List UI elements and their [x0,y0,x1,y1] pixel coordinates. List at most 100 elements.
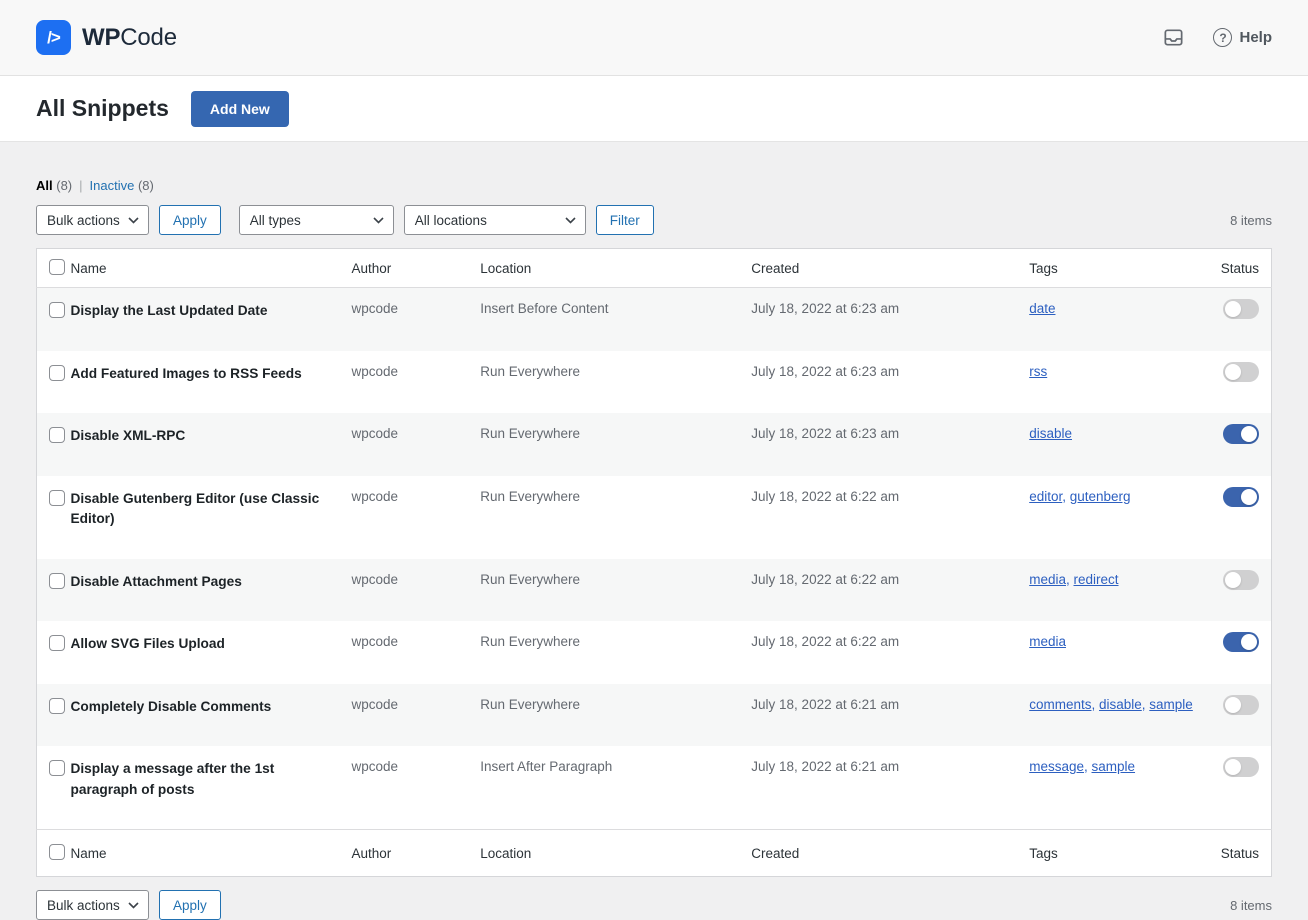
title-bar: All Snippets Add New [0,76,1308,142]
snippet-status-cell [1221,621,1272,684]
row-checkbox-cell [37,413,71,476]
table-row: Disable XML-RPCwpcodeRun EverywhereJuly … [37,413,1272,476]
help-button[interactable]: ? Help [1213,28,1272,47]
table-row: Add Featured Images to RSS FeedswpcodeRu… [37,351,1272,414]
row-checkbox[interactable] [49,698,65,714]
view-all-link[interactable]: All (8) [36,178,72,193]
tag-link[interactable]: redirect [1074,572,1119,587]
status-toggle[interactable] [1223,362,1259,382]
snippet-created: July 18, 2022 at 6:22 am [751,476,1029,559]
apply-button[interactable]: Apply [159,205,221,235]
view-inactive-label: Inactive [90,178,135,193]
tag-link[interactable]: rss [1029,364,1047,379]
table-controls-top: Bulk actions Apply All types All locatio… [36,205,1272,235]
column-footer-location: Location [480,830,751,877]
tag-link[interactable]: gutenberg [1070,489,1131,504]
snippet-name-link[interactable]: Completely Disable Comments [70,697,271,718]
snippet-name-link[interactable]: Disable Attachment Pages [70,572,241,593]
snippet-author: wpcode [352,288,481,351]
snippet-name-link[interactable]: Display a message after the 1st paragrap… [70,759,327,800]
add-new-button[interactable]: Add New [191,91,289,127]
tag-link[interactable]: sample [1092,759,1136,774]
chevron-down-icon [128,902,139,909]
bulk-actions-select-bottom[interactable]: Bulk actions [36,890,149,920]
snippet-location: Run Everywhere [480,684,751,747]
row-checkbox[interactable] [49,427,65,443]
type-filter-select[interactable]: All types [239,205,394,235]
status-toggle[interactable] [1223,570,1259,590]
row-checkbox[interactable] [49,302,65,318]
snippet-location: Run Everywhere [480,559,751,622]
type-filter-value: All types [250,213,301,228]
snippet-created: July 18, 2022 at 6:23 am [751,351,1029,414]
row-checkbox[interactable] [49,760,65,776]
snippet-name-link[interactable]: Display the Last Updated Date [70,301,267,322]
row-checkbox[interactable] [49,573,65,589]
row-checkbox-cell [37,476,71,559]
column-footer-status: Status [1221,830,1272,877]
snippet-author: wpcode [352,559,481,622]
snippet-status-cell [1221,559,1272,622]
apply-button-bottom[interactable]: Apply [159,890,221,920]
snippet-name-cell: Allow SVG Files Upload [70,621,351,684]
snippet-name-cell: Disable Attachment Pages [70,559,351,622]
snippet-name-link[interactable]: Add Featured Images to RSS Feeds [70,364,301,385]
column-header-created: Created [751,249,1029,288]
snippet-name-link[interactable]: Disable Gutenberg Editor (use Classic Ed… [70,489,327,530]
table-row: Disable Gutenberg Editor (use Classic Ed… [37,476,1272,559]
tag-link[interactable]: message [1029,759,1084,774]
header-actions: ? Help [1162,26,1272,49]
chevron-down-icon [565,217,576,224]
filter-button[interactable]: Filter [596,205,654,235]
snippet-created: July 18, 2022 at 6:21 am [751,746,1029,830]
tag-link[interactable]: editor [1029,489,1062,504]
snippets-table-body: Display the Last Updated DatewpcodeInser… [37,288,1272,830]
snippet-created: July 18, 2022 at 6:23 am [751,288,1029,351]
status-toggle[interactable] [1223,424,1259,444]
select-all-checkbox[interactable] [49,259,65,275]
snippet-name-link[interactable]: Allow SVG Files Upload [70,634,224,655]
row-checkbox-cell [37,559,71,622]
view-inactive-link[interactable]: Inactive (8) [90,178,154,193]
row-checkbox[interactable] [49,635,65,651]
snippet-name-cell: Completely Disable Comments [70,684,351,747]
snippet-location: Run Everywhere [480,621,751,684]
snippet-author: wpcode [352,746,481,830]
tag-link[interactable]: media [1029,572,1066,587]
row-checkbox-cell [37,746,71,830]
table-footer: Name Author Location Created Tags Status [37,830,1272,877]
snippet-name-link[interactable]: Disable XML-RPC [70,426,185,447]
status-toggle[interactable] [1223,487,1259,507]
tag-separator: , [1066,572,1074,587]
select-all-checkbox-bottom[interactable] [49,844,65,860]
content-area: All (8)|Inactive (8) Bulk actions Apply … [0,142,1308,920]
brand-name-code: Code [120,24,177,51]
tag-link[interactable]: disable [1099,697,1142,712]
status-toggle[interactable] [1223,695,1259,715]
row-checkbox-cell [37,684,71,747]
view-filters: All (8)|Inactive (8) [36,178,1272,193]
inbox-icon[interactable] [1162,26,1185,49]
tag-link[interactable]: comments [1029,697,1091,712]
tag-link[interactable]: sample [1149,697,1193,712]
status-toggle[interactable] [1223,757,1259,777]
tag-link[interactable]: media [1029,634,1066,649]
snippet-location: Run Everywhere [480,413,751,476]
brand-name-wp: WP [82,24,120,51]
snippet-name-cell: Add Featured Images to RSS Feeds [70,351,351,414]
snippet-author: wpcode [352,621,481,684]
status-toggle[interactable] [1223,299,1259,319]
row-checkbox[interactable] [49,490,65,506]
location-filter-select[interactable]: All locations [404,205,586,235]
table-row: Display the Last Updated DatewpcodeInser… [37,288,1272,351]
tag-separator: , [1084,759,1092,774]
row-checkbox[interactable] [49,365,65,381]
status-toggle[interactable] [1223,632,1259,652]
bulk-actions-select[interactable]: Bulk actions [36,205,149,235]
tag-link[interactable]: disable [1029,426,1072,441]
tag-link[interactable]: date [1029,301,1055,316]
snippet-created: July 18, 2022 at 6:22 am [751,621,1029,684]
snippet-status-cell [1221,351,1272,414]
table-row: Completely Disable CommentswpcodeRun Eve… [37,684,1272,747]
snippet-name-cell: Display the Last Updated Date [70,288,351,351]
